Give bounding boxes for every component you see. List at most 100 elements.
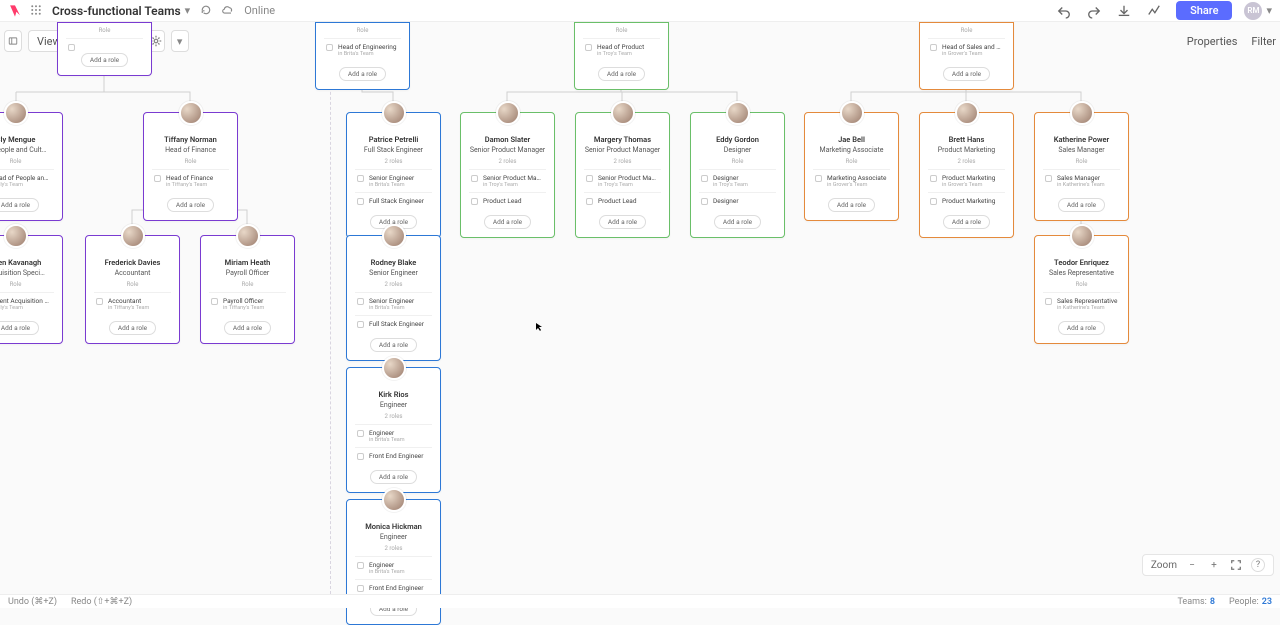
org-card[interactable]: Miriam Heath Payroll Officer Role Payrol… xyxy=(200,235,295,344)
org-card[interactable]: Rodney Blake Senior Engineer 2 roles Sen… xyxy=(346,235,441,361)
redo-icon[interactable] xyxy=(1086,3,1102,19)
card-role-row[interactable]: Marketing Associate in Grover's Team xyxy=(813,169,890,192)
role-checkbox[interactable] xyxy=(585,44,592,51)
add-role-button[interactable]: Add a role xyxy=(81,53,128,67)
card-role-row[interactable]: Senior Engineer in Brita's Team xyxy=(355,292,432,315)
role-checkbox[interactable] xyxy=(815,175,822,182)
role-checkbox[interactable] xyxy=(930,175,937,182)
org-card[interactable]: Frederick Davies Accountant Role Account… xyxy=(85,235,180,344)
role-checkbox[interactable] xyxy=(701,198,708,205)
doc-title[interactable]: Cross-functional Teams xyxy=(52,4,181,18)
role-checkbox[interactable] xyxy=(357,585,364,592)
card-role-row[interactable]: Head of Finance in Tiffany's Team xyxy=(152,169,229,192)
user-avatar[interactable]: RM xyxy=(1244,2,1262,20)
card-role-row[interactable]: Head of People and Culture in Cly's Team xyxy=(0,169,54,192)
org-card[interactable]: Patrice Petrelli Full Stack Engineer 2 r… xyxy=(346,112,441,238)
card-role-row[interactable]: Payroll Officer in Tiffany's Team xyxy=(209,292,286,315)
role-checkbox[interactable] xyxy=(471,175,478,182)
add-role-button[interactable]: Add a role xyxy=(167,198,214,212)
role-checkbox[interactable] xyxy=(471,198,478,205)
add-role-button[interactable]: Add a role xyxy=(339,67,386,81)
card-role-row[interactable] xyxy=(66,38,143,47)
role-checkbox[interactable] xyxy=(154,175,161,182)
card-role-row[interactable]: Product Marketing xyxy=(928,192,1005,209)
role-checkbox[interactable] xyxy=(357,453,364,460)
role-checkbox[interactable] xyxy=(1045,298,1052,305)
card-role-row[interactable]: Talent Acquisition Specialist in Cly's T… xyxy=(0,292,54,315)
org-card-parent[interactable]: Role Add a role xyxy=(57,22,152,76)
role-checkbox[interactable] xyxy=(586,175,593,182)
card-role-row[interactable]: Senior Product Manager in Troy's Team xyxy=(469,169,546,192)
undo-icon[interactable] xyxy=(1056,3,1072,19)
card-role-row[interactable]: Engineer in Brita's Team xyxy=(355,556,432,579)
card-role-row[interactable]: Engineer in Brita's Team xyxy=(355,424,432,447)
add-role-button[interactable]: Add a role xyxy=(484,215,531,229)
zoom-out-button[interactable]: − xyxy=(1185,558,1199,572)
org-card-parent[interactable]: Role Head of Product in Troy's Team Add … xyxy=(574,22,669,90)
card-role-row[interactable]: Senior Engineer in Brita's Team xyxy=(355,169,432,192)
add-role-button[interactable]: Add a role xyxy=(370,338,417,352)
role-checkbox[interactable] xyxy=(701,175,708,182)
card-role-row[interactable]: Designer xyxy=(699,192,776,209)
card-role-row[interactable]: Full Stack Engineer xyxy=(355,192,432,209)
role-checkbox[interactable] xyxy=(68,44,75,51)
card-role-row[interactable]: Head of Product in Troy's Team xyxy=(583,38,660,61)
card-role-row[interactable]: Full Stack Engineer xyxy=(355,315,432,332)
org-card[interactable]: Kirk Rios Engineer 2 roles Engineer in B… xyxy=(346,367,441,493)
org-card[interactable]: phen Kavanagh Acquisition Speci… Role Ta… xyxy=(0,235,63,344)
card-role-row[interactable]: Head of Sales and Marketing in Grover's … xyxy=(928,38,1005,61)
undo-hint[interactable]: Undo (⌘+Z) xyxy=(8,597,57,607)
org-card[interactable]: Damon Slater Senior Product Manager 2 ro… xyxy=(460,112,555,238)
add-role-button[interactable]: Add a role xyxy=(598,67,645,81)
org-card-parent[interactable]: Role Head of Engineering in Brita's Team… xyxy=(315,22,410,90)
add-role-button[interactable]: Add a role xyxy=(0,321,39,335)
org-card-parent[interactable]: Role Head of Sales and Marketing in Grov… xyxy=(919,22,1014,90)
role-checkbox[interactable] xyxy=(211,298,218,305)
add-role-button[interactable]: Add a role xyxy=(109,321,156,335)
role-checkbox[interactable] xyxy=(357,562,364,569)
card-role-row[interactable]: Product Lead xyxy=(469,192,546,209)
activity-icon[interactable] xyxy=(1146,3,1162,19)
card-role-row[interactable]: Senior Product Manager in Troy's Team xyxy=(584,169,661,192)
role-checkbox[interactable] xyxy=(357,298,364,305)
org-card[interactable]: Tiffany Norman Head of Finance Role Head… xyxy=(143,112,238,221)
org-card[interactable]: Cly Mengue of People and Cult… Role Head… xyxy=(0,112,63,221)
help-button[interactable]: ? xyxy=(1251,558,1265,572)
org-card[interactable]: Eddy Gordon Designer Role Designer in Tr… xyxy=(690,112,785,238)
org-card[interactable]: Margery Thomas Senior Product Manager 2 … xyxy=(575,112,670,238)
add-role-button[interactable]: Add a role xyxy=(1058,321,1105,335)
card-role-row[interactable]: Head of Engineering in Brita's Team xyxy=(324,38,401,61)
org-card[interactable]: Jae Bell Marketing Associate Role Market… xyxy=(804,112,899,221)
history-icon[interactable] xyxy=(200,4,214,18)
role-checkbox[interactable] xyxy=(326,44,333,51)
role-checkbox[interactable] xyxy=(357,430,364,437)
add-role-button[interactable]: Add a role xyxy=(828,198,875,212)
redo-hint[interactable]: Redo (⇧+⌘+Z) xyxy=(71,597,132,607)
user-menu-caret-icon[interactable]: ▾ xyxy=(1266,4,1272,17)
add-role-button[interactable]: Add a role xyxy=(224,321,271,335)
zoom-fit-button[interactable] xyxy=(1229,558,1243,572)
doc-title-caret-icon[interactable]: ▾ xyxy=(185,4,191,17)
add-role-button[interactable]: Add a role xyxy=(599,215,646,229)
role-checkbox[interactable] xyxy=(930,198,937,205)
org-card[interactable]: Brett Hans Product Marketing 2 roles Pro… xyxy=(919,112,1014,238)
add-role-button[interactable]: Add a role xyxy=(0,198,39,212)
card-role-row[interactable]: Sales Manager in Katherine's Team xyxy=(1043,169,1120,192)
add-role-button[interactable]: Add a role xyxy=(943,215,990,229)
org-card[interactable]: Katherine Power Sales Manager Role Sales… xyxy=(1034,112,1129,221)
role-checkbox[interactable] xyxy=(1045,175,1052,182)
role-checkbox[interactable] xyxy=(357,175,364,182)
org-chart-canvas[interactable]: Role Add a role Role Head of Engineering… xyxy=(0,22,1280,594)
card-role-row[interactable]: Product Marketing in Grover's Team xyxy=(928,169,1005,192)
card-role-row[interactable]: Front End Engineer xyxy=(355,447,432,464)
zoom-in-button[interactable]: + xyxy=(1207,558,1221,572)
org-card[interactable]: Teodor Enriquez Sales Representative Rol… xyxy=(1034,235,1129,344)
card-role-row[interactable]: Product Lead xyxy=(584,192,661,209)
add-role-button[interactable]: Add a role xyxy=(943,67,990,81)
card-role-row[interactable]: Sales Representative in Katherine's Team xyxy=(1043,292,1120,315)
apps-grid-icon[interactable] xyxy=(30,4,44,18)
card-role-row[interactable]: Designer in Troy's Team xyxy=(699,169,776,192)
add-role-button[interactable]: Add a role xyxy=(714,215,761,229)
role-checkbox[interactable] xyxy=(930,44,937,51)
role-checkbox[interactable] xyxy=(357,198,364,205)
